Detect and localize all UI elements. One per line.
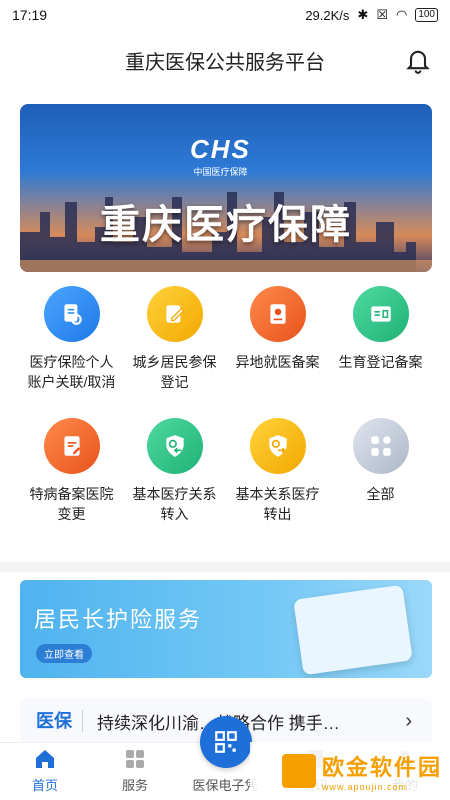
qr-code-button[interactable] <box>200 716 252 768</box>
service-label: 特病备案医院变更 <box>29 486 114 522</box>
section-divider <box>0 562 450 572</box>
status-time: 17:19 <box>12 7 48 23</box>
grid-all-icon <box>352 418 409 474</box>
service-label: 基本关系医疗转出 <box>235 486 320 522</box>
logo-text: CHS <box>190 134 251 164</box>
hero-banner[interactable]: CHS 中国医疗保障 重庆医疗保障 <box>20 104 432 272</box>
app-header: 重庆医保公共服务平台 <box>0 30 450 90</box>
view-now-button[interactable]: 立即查看 <box>36 644 92 663</box>
service-label: 生育登记备案 <box>338 354 423 370</box>
page-title: 重庆医保公共服务平台 <box>125 51 325 74</box>
service-item-transfer-out[interactable]: 基本关系医疗转出 <box>226 414 329 524</box>
service-label: 基本医疗关系转入 <box>132 486 217 522</box>
service-item-transfer-in[interactable]: 基本医疗关系转入 <box>123 414 226 524</box>
service-label: 医疗保险个人账户关联/取消 <box>27 354 116 390</box>
service-label: 城乡居民参保登记 <box>132 354 217 390</box>
qr-code-icon <box>215 731 237 753</box>
id-card-icon <box>352 286 409 342</box>
service-item-offsite-medical[interactable]: 异地就医备案 <box>226 282 329 392</box>
document-link-icon <box>43 286 100 342</box>
wifi-icon: ◠ <box>395 7 408 22</box>
service-item-resident-enroll[interactable]: 城乡居民参保登记 <box>123 282 226 392</box>
service-item-account-link[interactable]: 医疗保险个人账户关联/取消 <box>20 282 123 392</box>
news-tag: 医保 <box>20 710 83 732</box>
network-speed: 29.2K/s <box>305 7 350 23</box>
status-indicators: 29.2K/s ✱ ☒ ◠ 100 <box>305 7 438 23</box>
location-card-icon <box>249 286 306 342</box>
watermark-text: 欧金软件园 <box>321 755 442 780</box>
insurance-card-illustration <box>293 584 413 676</box>
site-watermark: 欧金软件园 www.apoujin.com <box>250 742 450 800</box>
chevron-right-icon[interactable]: › <box>405 710 412 733</box>
banner-title: 重庆医疗保障 <box>100 203 352 247</box>
pencil-icon <box>146 286 203 342</box>
document-edit-icon <box>43 418 100 474</box>
status-bar: 17:19 29.2K/s ✱ ☒ ◠ 100 <box>0 0 450 30</box>
bluetooth-icon: ✱ <box>357 7 369 22</box>
chs-logo: CHS 中国医疗保障 <box>190 134 251 178</box>
shield-transfer-out-icon <box>249 418 306 474</box>
tab-services[interactable]: 服务 <box>90 743 180 800</box>
bell-icon[interactable] <box>404 46 432 74</box>
service-grid: 医疗保险个人账户关联/取消 城乡居民参保登记 异地就医备案 生育登记备案 特病备… <box>20 282 432 524</box>
battery-icon: 100 <box>415 8 438 22</box>
watermark-logo <box>281 754 316 788</box>
logo-subtitle: 中国医疗保障 <box>193 167 248 177</box>
tab-label: 医保电子凭 <box>192 778 258 793</box>
sim-icon: ☒ <box>376 7 388 22</box>
tab-label: 服务 <box>121 778 148 793</box>
service-label: 异地就医备案 <box>235 354 320 370</box>
service-item-special-disease[interactable]: 特病备案医院变更 <box>20 414 123 524</box>
tab-label: 首页 <box>31 778 58 793</box>
promo-banner-long-term-care[interactable]: 居民长护险服务 立即查看 <box>20 580 432 678</box>
service-item-birth-register[interactable]: 生育登记备案 <box>329 282 432 392</box>
watermark-url: www.apoujin.com <box>321 782 408 792</box>
services-icon <box>126 750 144 768</box>
tab-home[interactable]: 首页 <box>0 743 90 800</box>
service-item-all[interactable]: 全部 <box>329 414 432 524</box>
service-label: 全部 <box>366 486 395 502</box>
promo-title: 居民长护险服务 <box>34 607 203 632</box>
home-icon <box>36 750 54 768</box>
shield-transfer-in-icon <box>146 418 203 474</box>
